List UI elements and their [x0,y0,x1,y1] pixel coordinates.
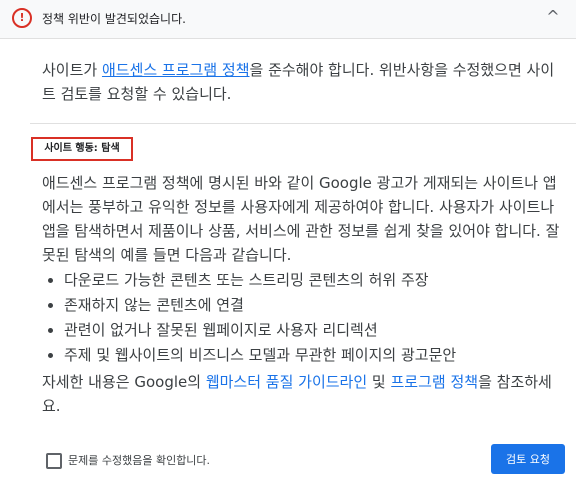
closing-prefix: 자세한 내용은 Google의 [42,373,206,391]
violation-header[interactable]: ! 정책 위반이 발견되었습니다. ^ [0,0,576,39]
header-title: 정책 위반이 발견되었습니다. [42,12,186,26]
program-policy-link[interactable]: 프로그램 정책 [391,373,479,391]
section-divider [30,123,576,124]
list-item: 존재하지 않는 콘텐츠에 연결 [64,293,564,318]
examples-list: 다운로드 가능한 콘텐츠 또는 스트리밍 콘텐츠의 허위 주장 존재하지 않는 … [42,268,564,368]
list-item: 다운로드 가능한 콘텐츠 또는 스트리밍 콘텐츠의 허위 주장 [64,268,564,293]
confirm-checkbox[interactable] [46,453,62,469]
warning-icon: ! [12,8,32,28]
violation-description: 애드센스 프로그램 정책에 명시된 바와 같이 Google 광고가 게재되는 … [42,174,560,264]
adsense-policy-link[interactable]: 애드센스 프로그램 정책 [102,61,250,79]
footer-bar: 문제를 수정했음을 확인합니다. 검토 요청 [0,432,576,484]
chevron-up-icon[interactable]: ^ [542,6,564,28]
list-item: 관련이 없거나 잘못된 웹페이지로 사용자 리디렉션 [64,318,564,343]
intro-paragraph: 사이트가 애드센스 프로그램 정책을 준수해야 합니다. 위반사항을 수정했으면… [42,58,562,106]
list-item: 주제 및 웹사이트의 비즈니스 모델과 무관한 페이지의 광고문안 [64,343,564,368]
closing-paragraph: 자세한 내용은 Google의 웹마스터 품질 가이드라인 및 프로그램 정책을… [42,370,562,418]
confirm-checkbox-label[interactable]: 문제를 수정했음을 확인합니다. [68,452,210,468]
intro-prefix: 사이트가 [42,61,102,79]
request-review-button[interactable]: 검토 요청 [491,444,565,474]
webmaster-guidelines-link[interactable]: 웹마스터 품질 가이드라인 [206,373,367,391]
closing-middle: 및 [367,373,391,391]
violation-tag: 사이트 행동: 탐색 [31,137,133,161]
